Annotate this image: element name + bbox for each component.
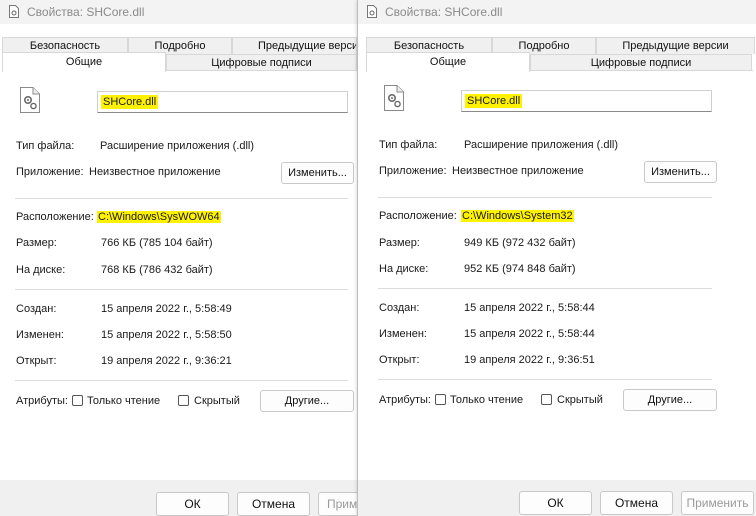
attributes-label: Атрибуты: xyxy=(379,394,431,406)
location-value: C:\Windows\System32 xyxy=(461,210,574,222)
created-label: Создан: xyxy=(16,303,57,315)
application-label: Приложение: xyxy=(16,166,84,178)
tab-digital-signatures[interactable]: Цифровые подписи xyxy=(166,54,357,71)
file-name-input[interactable]: SHCore.dll xyxy=(97,91,348,113)
attributes-label: Атрибуты: xyxy=(16,395,68,407)
window-title: Свойства: SHCore.dll xyxy=(385,5,503,19)
file-name-text: SHCore.dll xyxy=(101,95,159,109)
document-gear-icon xyxy=(9,5,19,18)
size-value: 949 КБ (972 432 байт) xyxy=(464,237,576,249)
file-type-label: Тип файла: xyxy=(16,140,75,152)
file-name-text: SHCore.dll xyxy=(465,94,523,108)
file-type-value: Расширение приложения (.dll) xyxy=(100,140,255,152)
opened-label: Открыт: xyxy=(16,355,57,367)
separator xyxy=(378,288,712,289)
created-value: 15 апреля 2022 г., 5:58:44 xyxy=(464,302,595,314)
separator xyxy=(15,198,348,199)
hidden-label[interactable]: Скрытый xyxy=(557,394,603,406)
window-title: Свойства: SHCore.dll xyxy=(27,5,145,19)
readonly-label[interactable]: Только чтение xyxy=(450,394,523,406)
tab-digital-signatures[interactable]: Цифровые подписи xyxy=(530,54,752,71)
change-button[interactable]: Изменить... xyxy=(644,161,717,183)
location-label: Расположение: xyxy=(379,210,457,222)
application-label: Приложение: xyxy=(379,165,447,177)
tab-previous-versions[interactable]: Предыдущие версии xyxy=(232,37,357,54)
opened-label: Открыт: xyxy=(379,354,420,366)
properties-window-left: Свойства: SHCore.dll Безопасность Подроб… xyxy=(0,0,357,516)
document-gear-icon xyxy=(367,5,377,18)
change-button[interactable]: Изменить... xyxy=(281,162,354,184)
application-value: Неизвестное приложение xyxy=(452,165,584,177)
cancel-button[interactable]: Отмена xyxy=(600,491,673,515)
separator xyxy=(15,289,348,290)
size-label: Размер: xyxy=(379,237,420,249)
disk-size-value: 952 КБ (974 848 байт) xyxy=(464,263,576,275)
apply-button[interactable]: Применить xyxy=(681,491,754,515)
hidden-checkbox[interactable] xyxy=(541,394,552,405)
dll-file-icon xyxy=(20,87,40,113)
ok-button[interactable]: ОК xyxy=(519,491,592,515)
cancel-button[interactable]: Отмена xyxy=(237,492,310,516)
created-label: Создан: xyxy=(379,302,420,314)
tab-general[interactable]: Общие xyxy=(366,52,530,72)
separator xyxy=(15,380,348,381)
modified-label: Изменен: xyxy=(379,328,427,340)
file-name-input[interactable]: SHCore.dll xyxy=(461,90,712,112)
location-label: Расположение: xyxy=(16,211,94,223)
modified-label: Изменен: xyxy=(16,329,64,341)
title-bar[interactable]: Свойства: SHCore.dll xyxy=(0,0,357,24)
tab-general[interactable]: Общие xyxy=(2,52,166,72)
file-type-value: Расширение приложения (.dll) xyxy=(464,139,619,151)
opened-value: 19 апреля 2022 г., 9:36:21 xyxy=(101,355,232,367)
disk-size-value: 768 КБ (786 432 байт) xyxy=(101,264,213,276)
separator xyxy=(378,197,712,198)
size-value: 766 КБ (785 104 байт) xyxy=(101,237,213,249)
disk-size-label: На диске: xyxy=(16,264,66,276)
application-value: Неизвестное приложение xyxy=(89,166,221,178)
modified-value: 15 апреля 2022 г., 5:58:50 xyxy=(101,329,232,341)
separator xyxy=(378,379,712,380)
ok-button[interactable]: ОК xyxy=(156,492,229,516)
apply-button[interactable]: Примени xyxy=(318,492,357,516)
hidden-checkbox[interactable] xyxy=(178,395,189,406)
opened-value: 19 апреля 2022 г., 9:36:51 xyxy=(464,354,595,366)
properties-window-right: Свойства: SHCore.dll Безопасность Подроб… xyxy=(357,0,756,516)
tab-previous-versions[interactable]: Предыдущие версии xyxy=(596,37,755,54)
readonly-label[interactable]: Только чтение xyxy=(87,395,160,407)
size-label: Размер: xyxy=(16,237,57,249)
hidden-label[interactable]: Скрытый xyxy=(194,395,240,407)
advanced-button[interactable]: Другие... xyxy=(260,390,354,412)
file-type-label: Тип файла: xyxy=(379,139,438,151)
created-value: 15 апреля 2022 г., 5:58:49 xyxy=(101,303,232,315)
advanced-button[interactable]: Другие... xyxy=(623,389,717,411)
modified-value: 15 апреля 2022 г., 5:58:44 xyxy=(464,328,595,340)
location-value: C:\Windows\SysWOW64 xyxy=(97,211,221,223)
readonly-checkbox[interactable] xyxy=(435,394,446,405)
title-bar[interactable]: Свойства: SHCore.dll xyxy=(358,0,756,24)
disk-size-label: На диске: xyxy=(379,263,429,275)
readonly-checkbox[interactable] xyxy=(72,395,83,406)
dll-file-icon xyxy=(384,85,404,111)
